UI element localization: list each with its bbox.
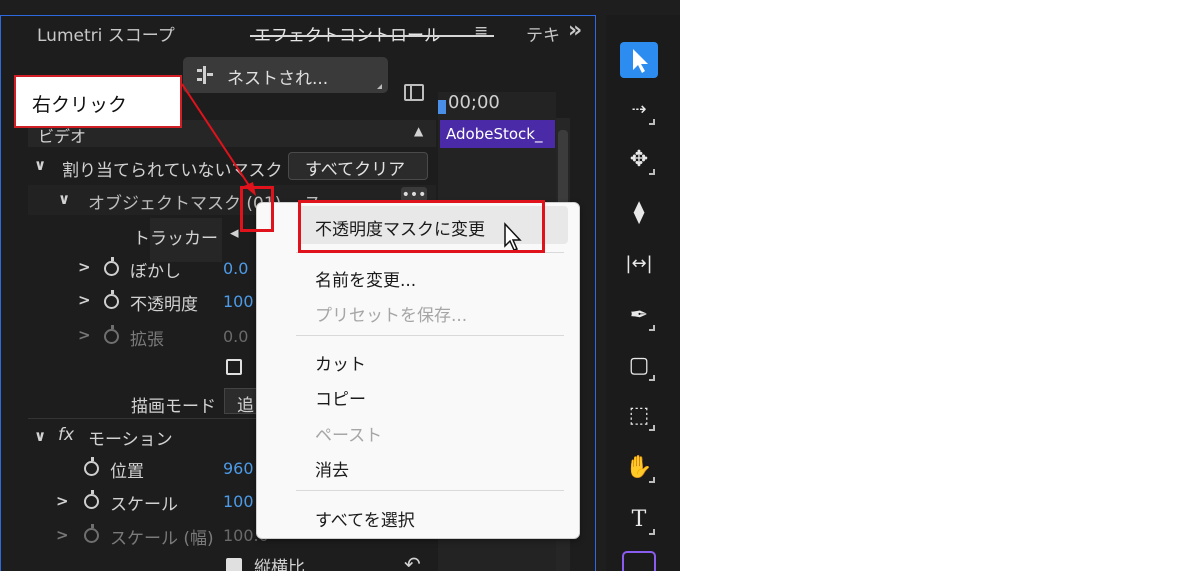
callout-box: 右クリック	[14, 75, 182, 128]
callout-text: 右クリック	[32, 94, 128, 116]
